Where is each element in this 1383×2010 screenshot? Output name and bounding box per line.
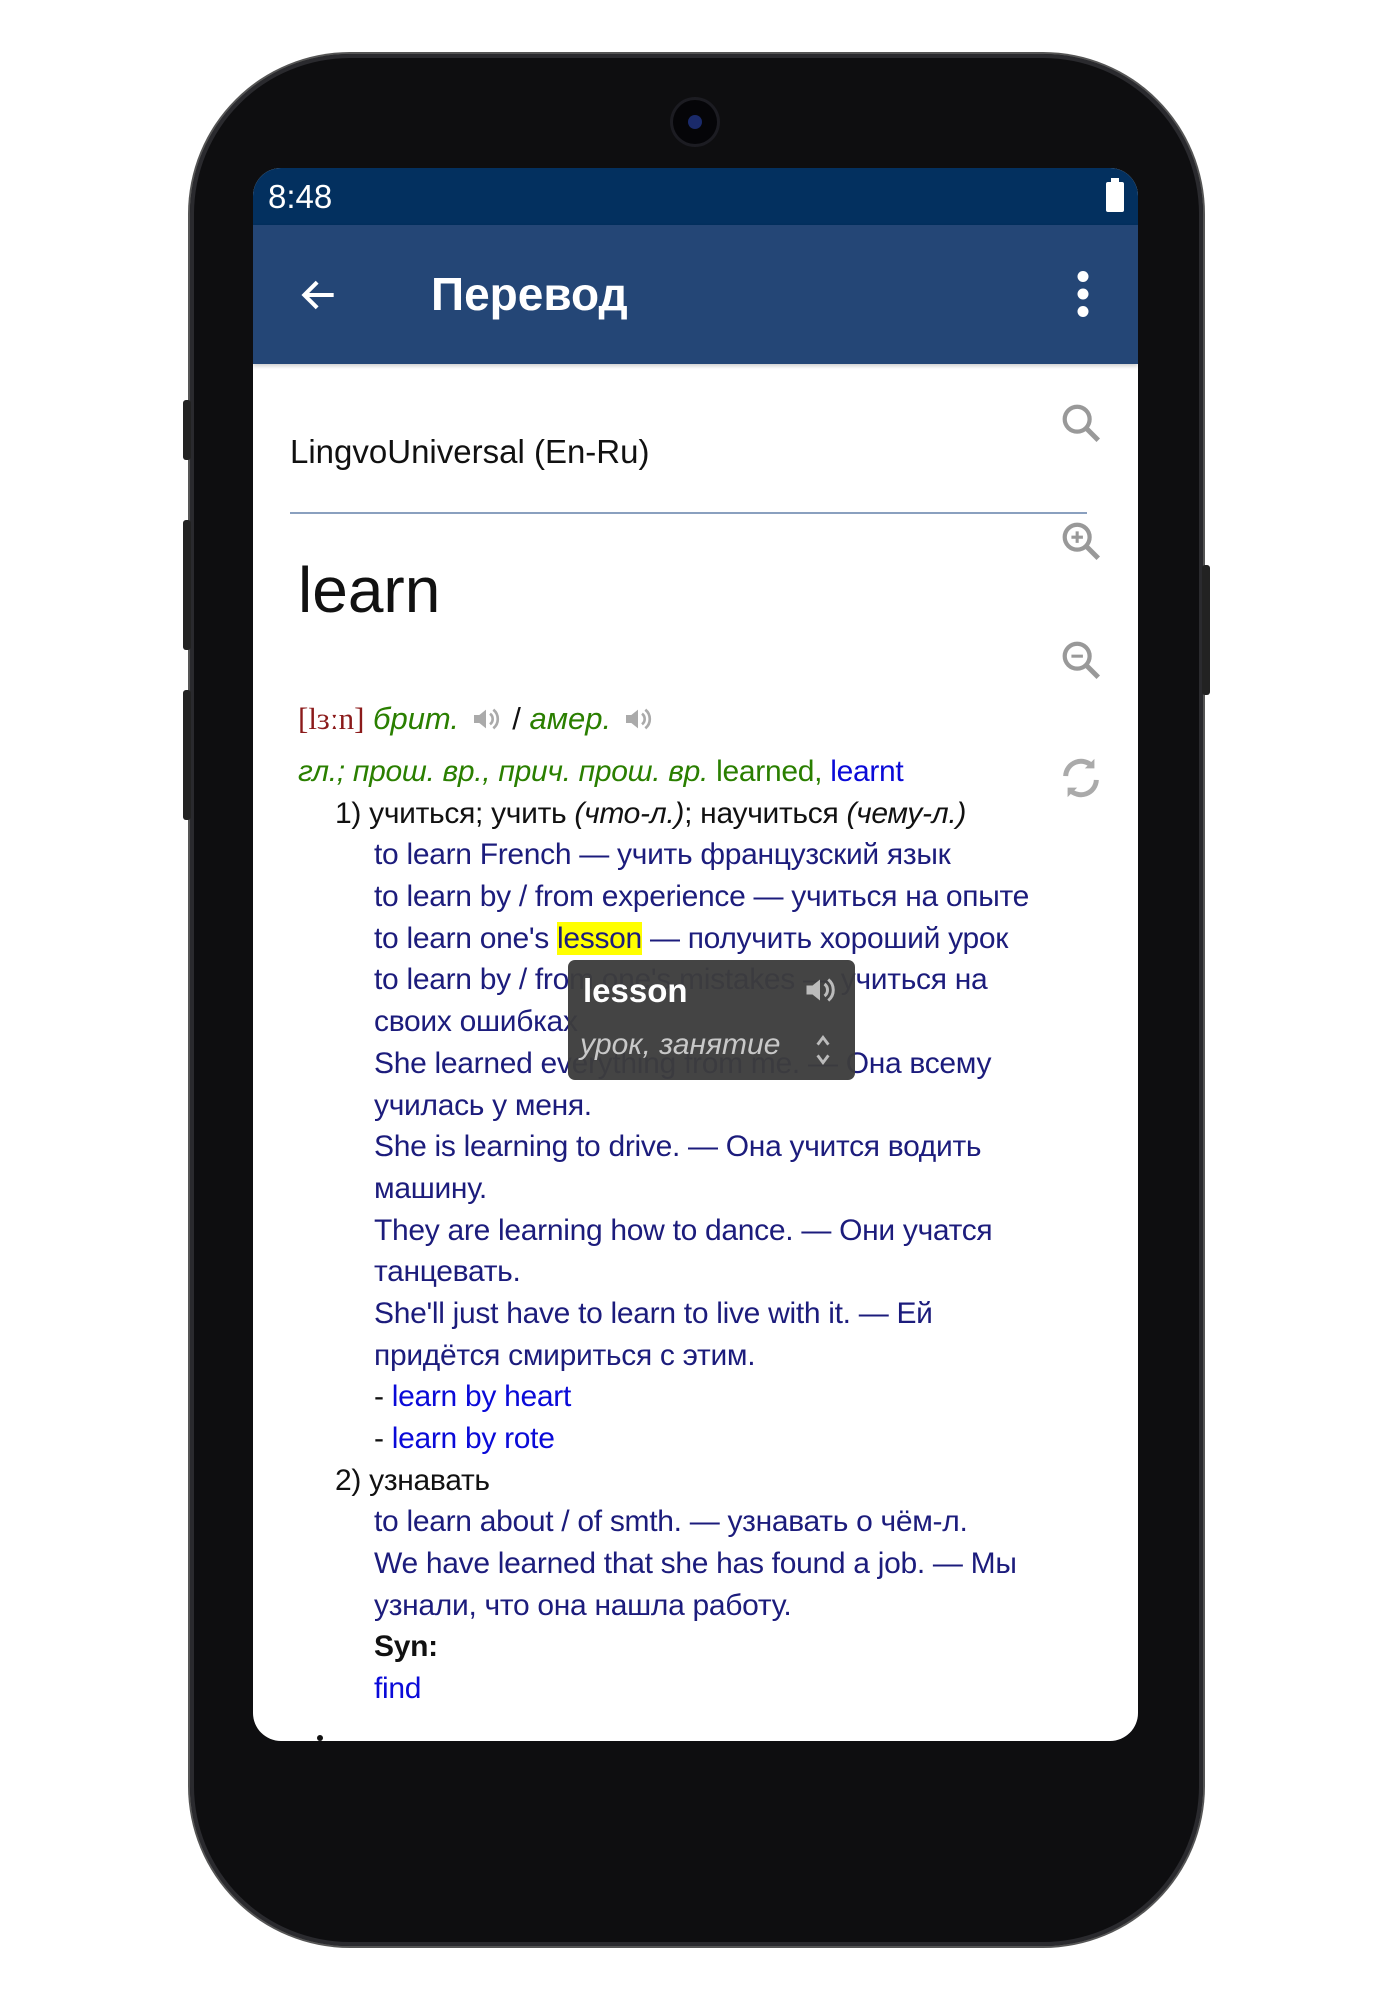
zoom-out-icon[interactable] [1058, 637, 1104, 683]
syn-link[interactable]: find [374, 1672, 421, 1705]
link-learnt[interactable]: learnt [830, 755, 904, 788]
example: училась у меня. [374, 1088, 592, 1122]
status-bar: 8:48 [253, 168, 1138, 225]
grammar-line: гл.; прош. вр., прич. прош. вр. learned,… [298, 751, 1029, 793]
popup-word: lesson [583, 972, 688, 1009]
translation-popup[interactable]: lesson урок, занятие [568, 960, 855, 1080]
example: We have learned that she has found a job… [374, 1547, 1017, 1581]
example: танцевать. [374, 1255, 521, 1289]
transcription: [lɜːn] [298, 701, 365, 736]
label-brit: брит. [373, 701, 460, 736]
label-amer: амер. [529, 701, 612, 736]
sense-number: 1) [335, 796, 370, 830]
dictionary-name[interactable]: LingvoUniversal (En-Ru) [290, 433, 649, 471]
example: придётся смириться с этим. [374, 1338, 756, 1372]
clock: 8:48 [268, 178, 333, 215]
definition: учиться; учить [369, 796, 575, 830]
zoom-in-icon[interactable] [1058, 518, 1104, 564]
definition: узнавать [369, 1463, 490, 1497]
syn-label: Syn: [374, 1630, 438, 1664]
idiom-link[interactable]: learn by heart [392, 1380, 572, 1413]
arrow-left-icon[interactable] [297, 273, 341, 317]
example-text: — получить хороший урок [641, 921, 1009, 955]
bullet [317, 1735, 323, 1741]
side-button [183, 400, 191, 460]
definition-note: (что-л.) [574, 796, 685, 830]
speaker-icon[interactable] [800, 972, 840, 1008]
example: to learn by / from experience — учиться … [374, 880, 1029, 914]
dash: - [374, 1380, 392, 1414]
example: to learn one's lesson — получить хороший… [298, 918, 1029, 960]
example: She'll just have to learn to live with i… [374, 1296, 933, 1330]
app-bar: Перевод [253, 225, 1138, 364]
search-icon[interactable] [1058, 400, 1104, 446]
battery-icon [1106, 178, 1124, 212]
speaker-icon[interactable] [468, 703, 504, 735]
page-title: Перевод [431, 268, 628, 320]
highlighted-word[interactable]: lesson [557, 921, 642, 955]
grammar-form: learned, [708, 755, 823, 788]
expand-icon[interactable] [813, 1032, 833, 1068]
separator: / [512, 701, 530, 736]
divider [290, 512, 1087, 514]
idiom-item: - learn by heart [298, 1376, 1029, 1418]
example-text: to learn one's [374, 921, 558, 955]
article-body: гл.; прош. вр., прич. прош. вр. learned,… [298, 751, 1029, 1710]
transcription-line: [lɜːn] брит. / амер. [298, 701, 656, 737]
definition: ; научиться [684, 796, 847, 830]
definition-note: (чему-л.) [846, 796, 967, 830]
example: машину. [374, 1171, 487, 1205]
idiom-item: - learn by rote [298, 1418, 1029, 1460]
more-vertical-icon[interactable] [1073, 269, 1093, 319]
example: to learn French — учить французский язык [374, 838, 951, 872]
speaker-icon[interactable] [620, 703, 656, 735]
grammar-label: гл.; прош. вр., прич. прош. вр. [298, 755, 709, 788]
example: They are learning how to dance. — Они уч… [374, 1213, 993, 1247]
popup-translation: урок, занятие [580, 1028, 781, 1061]
power-button [1202, 565, 1210, 695]
example: узнали, что она нашла работу. [374, 1588, 792, 1622]
sense-2: 2) узнавать [298, 1460, 1029, 1502]
idiom-link[interactable]: learn by rote [392, 1422, 555, 1455]
volume-button [183, 520, 191, 650]
screen: 8:48 Перевод LingvoUniversal (En-Ru) lea… [253, 168, 1138, 1741]
sense-number: 2) [335, 1463, 370, 1497]
dash: - [374, 1422, 392, 1455]
syn-item: find [298, 1668, 1029, 1710]
camera [673, 100, 717, 144]
example: to learn about / of smth. — узнавать о ч… [374, 1505, 968, 1539]
headword: learn [298, 554, 441, 626]
sense-1: 1) учиться; учить (что-л.); научиться (ч… [298, 793, 1029, 835]
volume-button [183, 690, 191, 820]
example: She is learning to drive. — Она учится в… [374, 1130, 982, 1164]
refresh-icon[interactable] [1058, 755, 1104, 801]
